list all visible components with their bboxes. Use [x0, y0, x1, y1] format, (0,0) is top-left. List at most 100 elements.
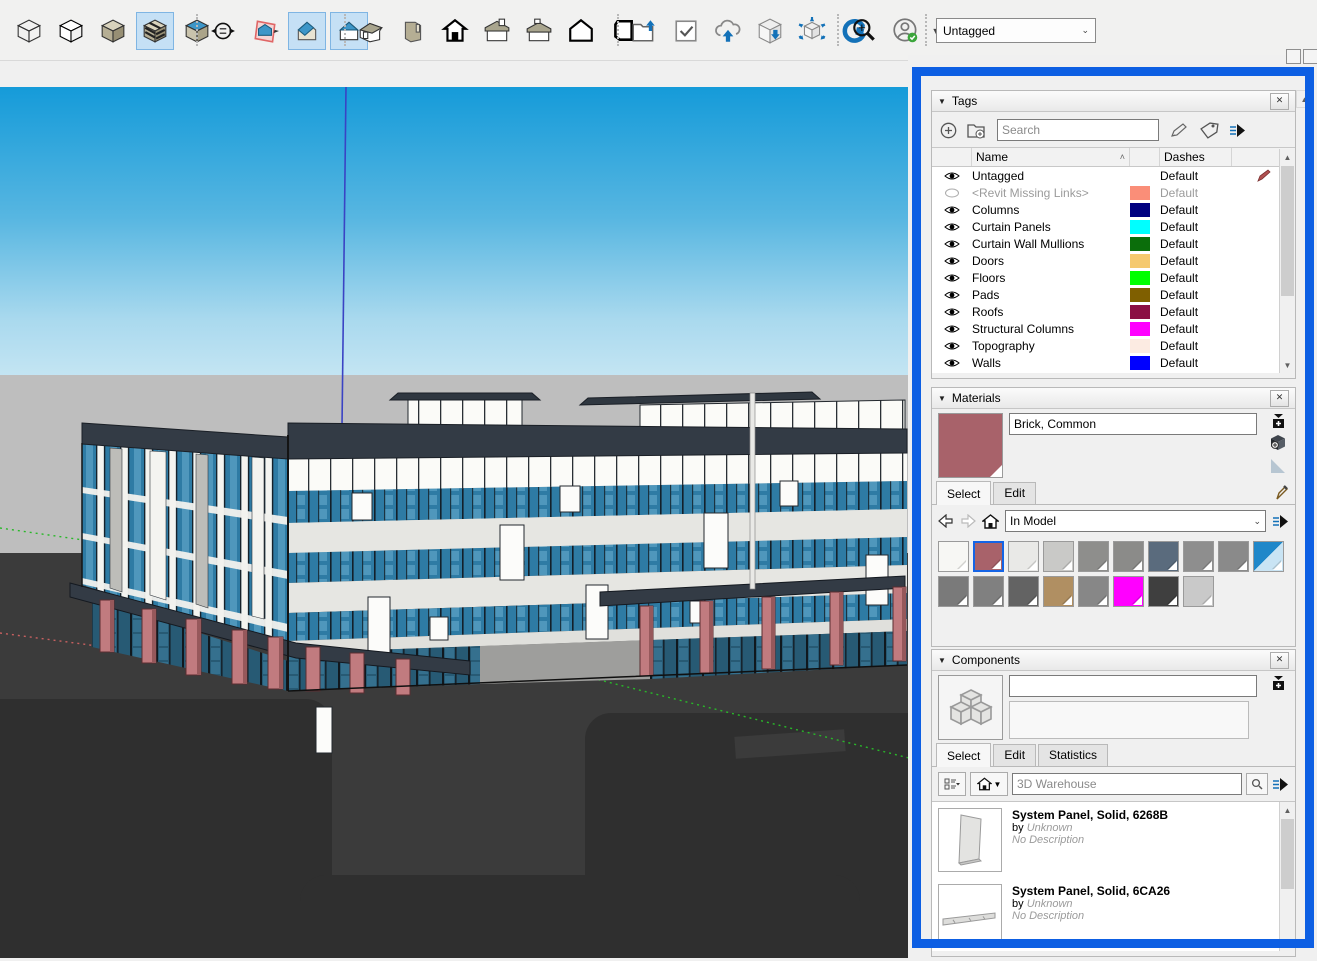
components-details-arrow-icon[interactable] — [1272, 777, 1289, 792]
eye-visible-icon[interactable] — [944, 170, 960, 182]
material-swatch[interactable] — [1043, 576, 1074, 607]
components-tab-edit[interactable]: Edit — [993, 744, 1036, 766]
eye-visible-icon[interactable] — [944, 323, 960, 335]
box-view-icon[interactable] — [394, 12, 432, 50]
components-scrollbar[interactable]: ▲ — [1279, 802, 1295, 951]
select-check-icon[interactable] — [667, 12, 705, 50]
orbit-compass-icon[interactable] — [204, 12, 242, 50]
materials-tab-select[interactable]: Select — [936, 481, 991, 505]
material-swatch[interactable] — [1078, 576, 1109, 607]
components-panel-header[interactable]: ▼ Components ✕ — [932, 650, 1295, 671]
home-in-model-icon[interactable]: ▼ — [970, 772, 1008, 796]
shaded-with-textures-style-icon[interactable] — [136, 12, 174, 50]
iso-house-view-icon[interactable] — [352, 12, 390, 50]
material-swatch-selected[interactable] — [973, 541, 1004, 572]
tag-color-chip[interactable] — [1130, 186, 1150, 200]
components-search-input[interactable] — [1012, 773, 1242, 795]
active-material-preview[interactable] — [938, 413, 1003, 478]
dashes-column-header[interactable]: Dashes — [1160, 148, 1232, 166]
zoom-tool-icon[interactable] — [845, 12, 883, 50]
tags-search-input[interactable] — [997, 119, 1159, 141]
name-column-header[interactable]: Name˄ — [972, 148, 1130, 166]
display-secondary-pane-icon[interactable] — [1271, 413, 1286, 429]
share-model-icon[interactable] — [793, 12, 831, 50]
eye-visible-icon[interactable] — [944, 221, 960, 233]
materials-panel-header[interactable]: ▼ Materials ✕ — [932, 388, 1295, 409]
eye-visible-icon[interactable] — [944, 306, 960, 318]
tags-panel-header[interactable]: ▼ Tags ✕ — [932, 91, 1295, 112]
tag-row[interactable]: Walls Default — [932, 354, 1295, 371]
back-arrow-icon[interactable] — [938, 514, 954, 528]
eye-visible-icon[interactable] — [944, 357, 960, 369]
tag-row[interactable]: <Revit Missing Links> Default — [932, 184, 1295, 201]
components-tab-select[interactable]: Select — [936, 743, 991, 767]
add-tag-folder-icon[interactable] — [967, 122, 987, 139]
material-name-input[interactable] — [1009, 413, 1257, 435]
tags-scrollbar[interactable]: ▲ ▼ — [1279, 149, 1295, 373]
close-icon[interactable]: ✕ — [1270, 652, 1289, 669]
tag-color-chip[interactable] — [1130, 305, 1150, 319]
material-swatch[interactable] — [1218, 541, 1249, 572]
component-list-item[interactable]: System Panel, Solid, 6CA26 by Unknown No… — [932, 878, 1295, 951]
display-secondary-pane-icon[interactable] — [1271, 675, 1286, 691]
material-swatch[interactable] — [1148, 541, 1179, 572]
eye-visible-icon[interactable] — [944, 340, 960, 352]
component-list-item[interactable]: System Panel, Solid, 6268B by Unknown No… — [932, 802, 1295, 878]
material-swatch[interactable] — [938, 576, 969, 607]
tag-row[interactable]: Pads Default — [932, 286, 1295, 303]
material-swatch[interactable] — [1148, 576, 1179, 607]
material-swatch[interactable] — [938, 541, 969, 572]
scroll-thumb[interactable] — [1281, 166, 1294, 296]
download-model-icon[interactable] — [751, 12, 789, 50]
account-signed-in-icon[interactable] — [887, 12, 925, 50]
eye-hidden-icon[interactable] — [944, 187, 960, 199]
tag-color-chip[interactable] — [1130, 339, 1150, 353]
material-swatch[interactable] — [1043, 541, 1074, 572]
close-icon[interactable]: ✕ — [1270, 390, 1289, 407]
tray-window-button[interactable] — [1286, 49, 1301, 64]
tags-details-arrow-icon[interactable] — [1229, 123, 1246, 138]
cloud-upload-icon[interactable] — [709, 12, 747, 50]
material-swatch[interactable] — [1113, 541, 1144, 572]
material-swatch[interactable] — [1078, 541, 1109, 572]
material-swatch[interactable] — [1253, 541, 1284, 572]
tag-color-chip[interactable] — [1130, 322, 1150, 336]
scroll-down-arrow[interactable]: ▼ — [1280, 357, 1295, 373]
scroll-up-arrow[interactable]: ▲ — [1280, 802, 1295, 818]
section-plane-icon[interactable] — [246, 12, 284, 50]
tag-row[interactable]: Curtain Wall Mullions Default — [932, 235, 1295, 252]
material-swatch[interactable] — [973, 576, 1004, 607]
view-options-icon[interactable] — [938, 772, 966, 796]
shaded-style-icon[interactable] — [94, 12, 132, 50]
iso-view-icon[interactable] — [288, 12, 326, 50]
add-tag-icon[interactable] — [940, 122, 957, 139]
tag-color-chip[interactable] — [1130, 288, 1150, 302]
component-description-box[interactable] — [1009, 701, 1249, 739]
eye-visible-icon[interactable] — [944, 204, 960, 216]
tag-row[interactable]: Roofs Default — [932, 303, 1295, 320]
tag-color-chip[interactable] — [1130, 271, 1150, 285]
tag-label-icon[interactable] — [1199, 121, 1219, 139]
front-view-icon[interactable] — [436, 12, 474, 50]
component-thumbnail[interactable] — [938, 884, 1002, 948]
material-swatch[interactable] — [1183, 541, 1214, 572]
tray-window-button[interactable] — [1303, 49, 1317, 64]
active-tag-dropdown[interactable]: Untagged ⌄ — [936, 18, 1096, 43]
hidden-line-style-icon[interactable] — [52, 12, 90, 50]
rename-pencil-icon[interactable] — [1169, 121, 1189, 139]
tag-color-chip[interactable] — [1130, 203, 1150, 217]
tag-color-chip[interactable] — [1130, 356, 1150, 370]
close-icon[interactable]: ✕ — [1270, 93, 1289, 110]
back-view-icon[interactable] — [478, 12, 516, 50]
materials-tab-edit[interactable]: Edit — [993, 482, 1036, 504]
eye-visible-icon[interactable] — [944, 238, 960, 250]
tray-scroll-up[interactable]: ▲ — [1296, 90, 1313, 108]
components-tab-statistics[interactable]: Statistics — [1038, 744, 1108, 766]
scroll-up-arrow[interactable]: ▲ — [1280, 149, 1295, 165]
eyedropper-icon[interactable] — [1275, 485, 1289, 501]
tag-row[interactable]: Structural Columns Default — [932, 320, 1295, 337]
create-material-icon[interactable] — [1269, 434, 1287, 452]
search-magnifier-icon[interactable] — [1246, 773, 1268, 795]
tag-color-chip[interactable] — [1130, 254, 1150, 268]
house-outline-view-icon[interactable] — [562, 12, 600, 50]
